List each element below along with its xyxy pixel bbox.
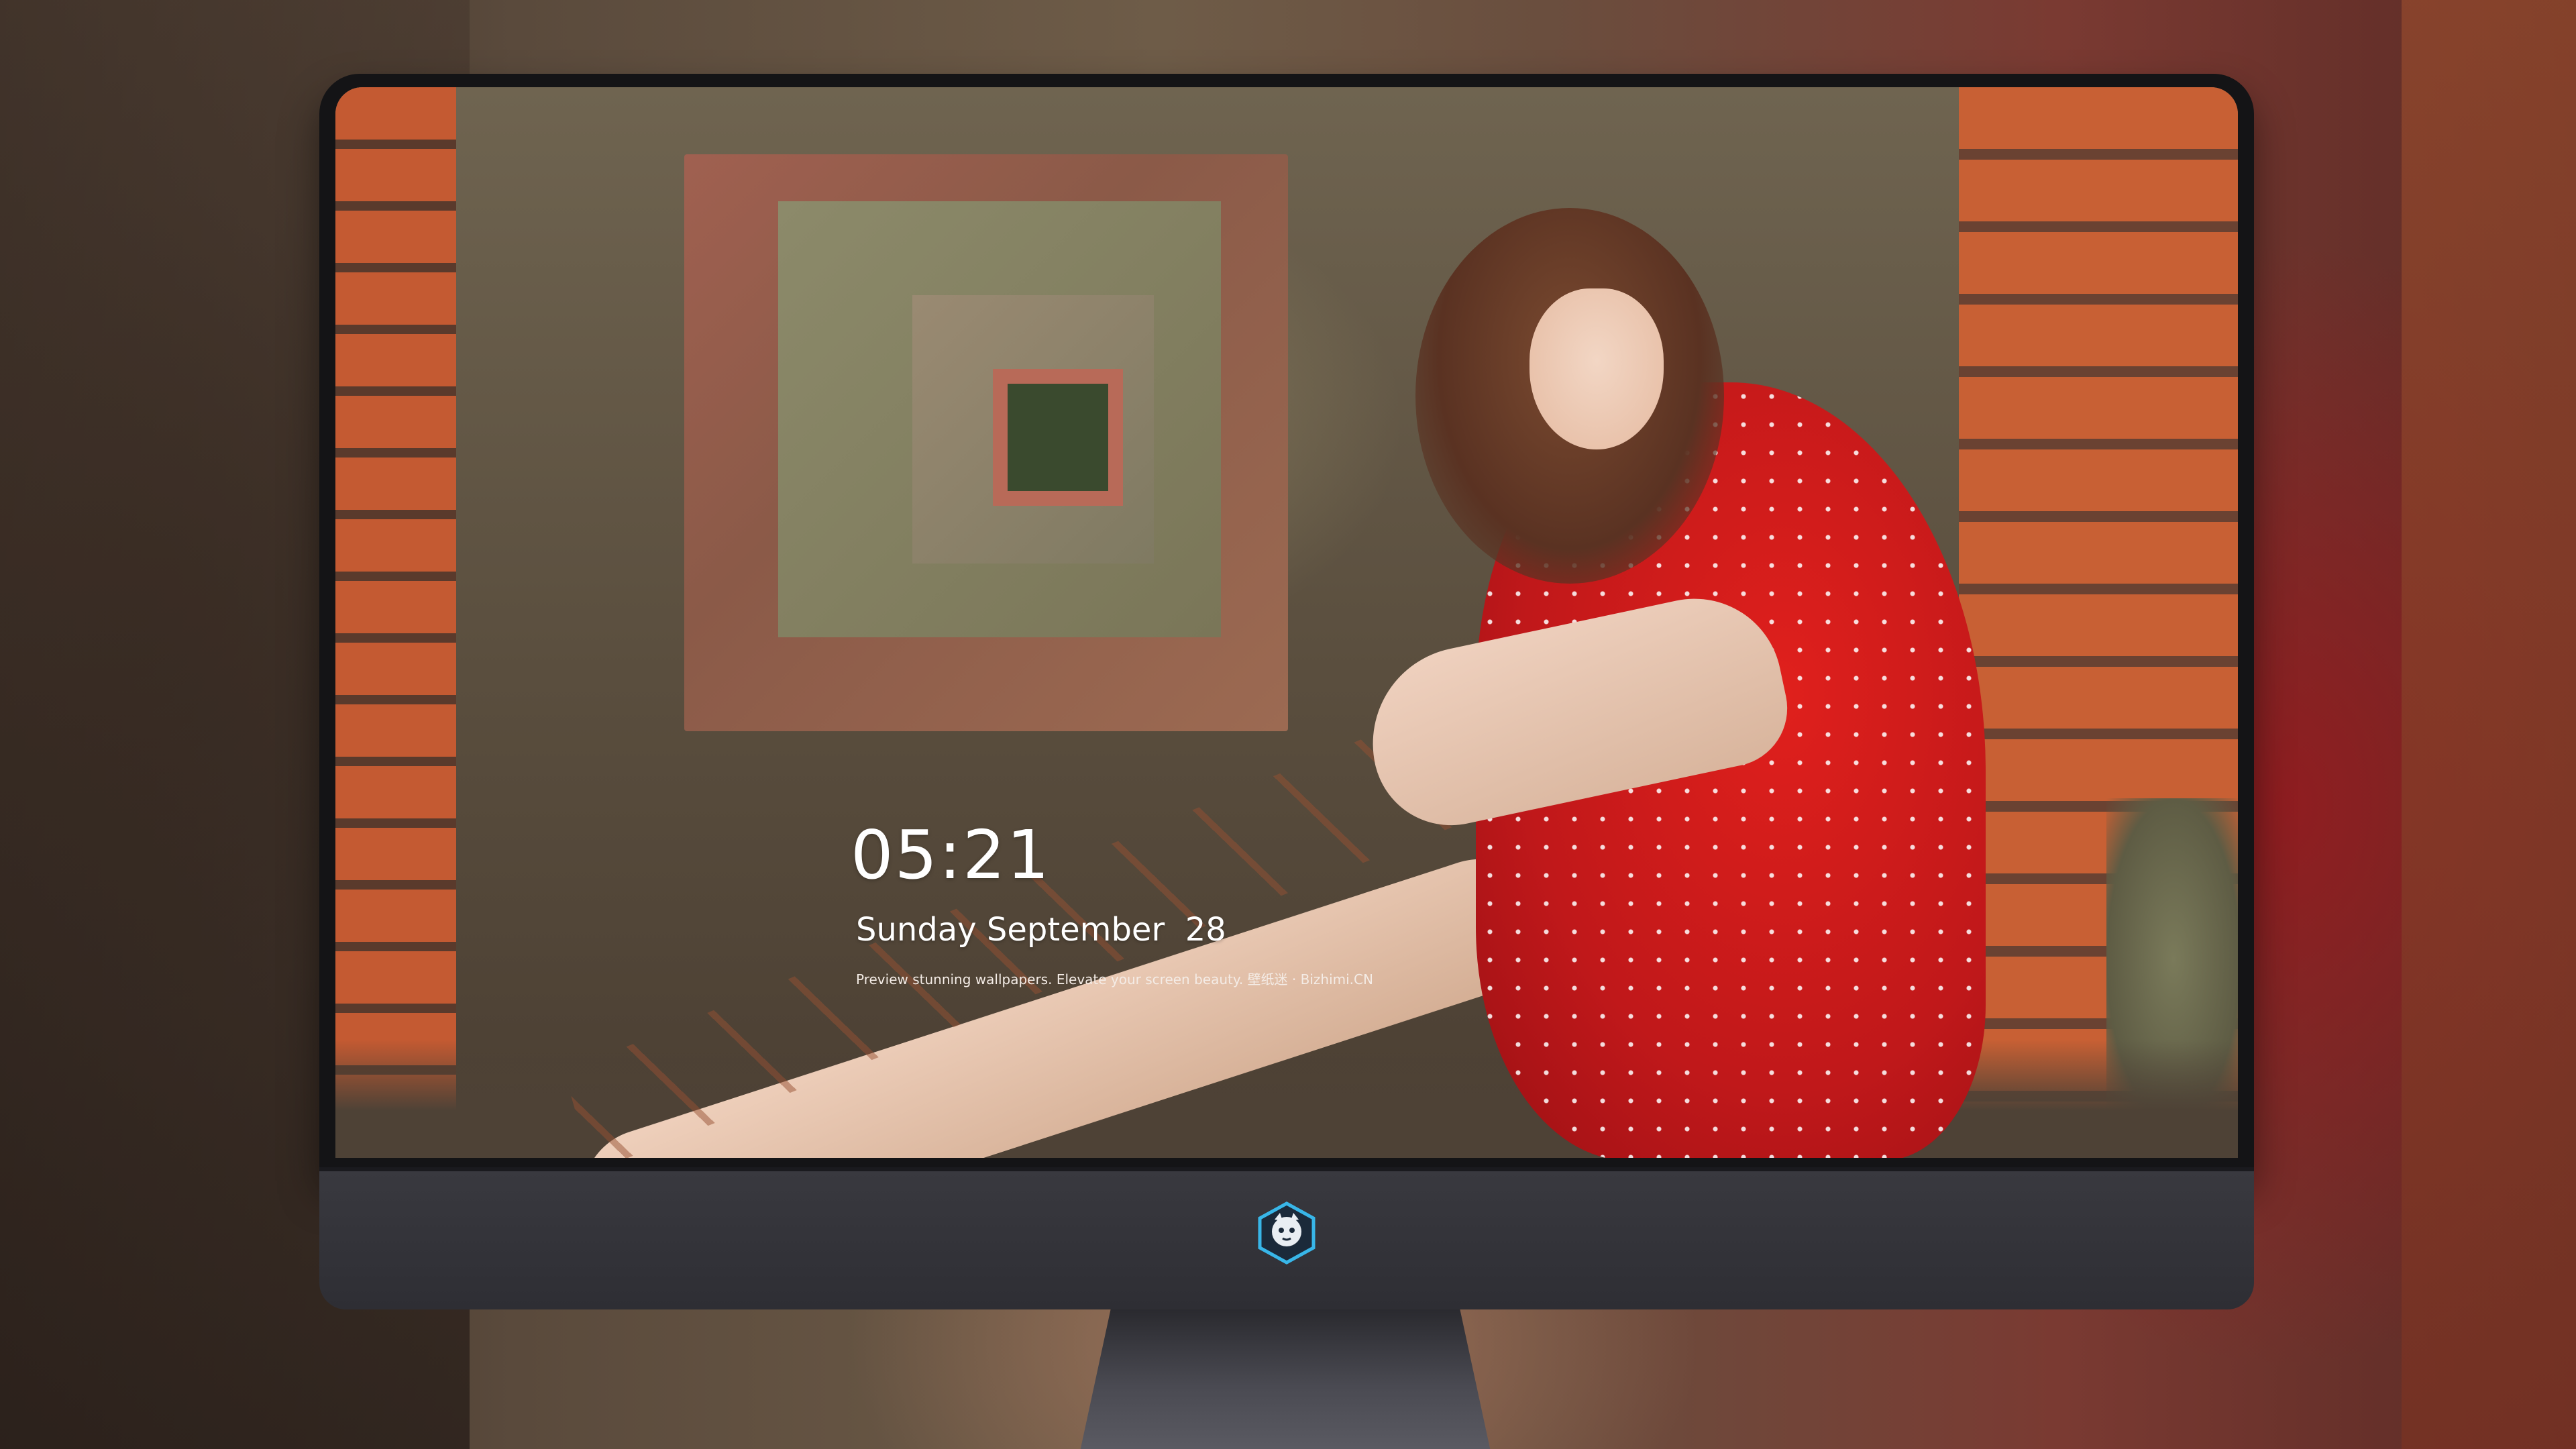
monitor-stand-neck <box>1077 1309 1493 1449</box>
blurred-backdrop-right <box>2402 0 2576 1449</box>
desktop-background: 05:21 Sunday September 28 Preview stunni… <box>0 0 2576 1449</box>
wallpaper-window <box>993 369 1123 506</box>
lock-tagline: Preview stunning wallpapers. Elevate you… <box>856 971 1373 987</box>
bizhimi-logo-icon <box>1254 1201 1319 1265</box>
imac-monitor: 05:21 Sunday September 28 Preview stunni… <box>319 74 2254 1449</box>
lock-date: Sunday September 28 <box>856 911 1226 949</box>
wallpaper-figure-face <box>1529 288 1664 449</box>
monitor-bezel: 05:21 Sunday September 28 Preview stunni… <box>319 74 2254 1174</box>
lock-screen[interactable]: 05:21 Sunday September 28 Preview stunni… <box>335 87 2238 1158</box>
lock-clock: 05:21 <box>851 816 1051 894</box>
wallpaper-brick-wall-left <box>335 87 456 1158</box>
